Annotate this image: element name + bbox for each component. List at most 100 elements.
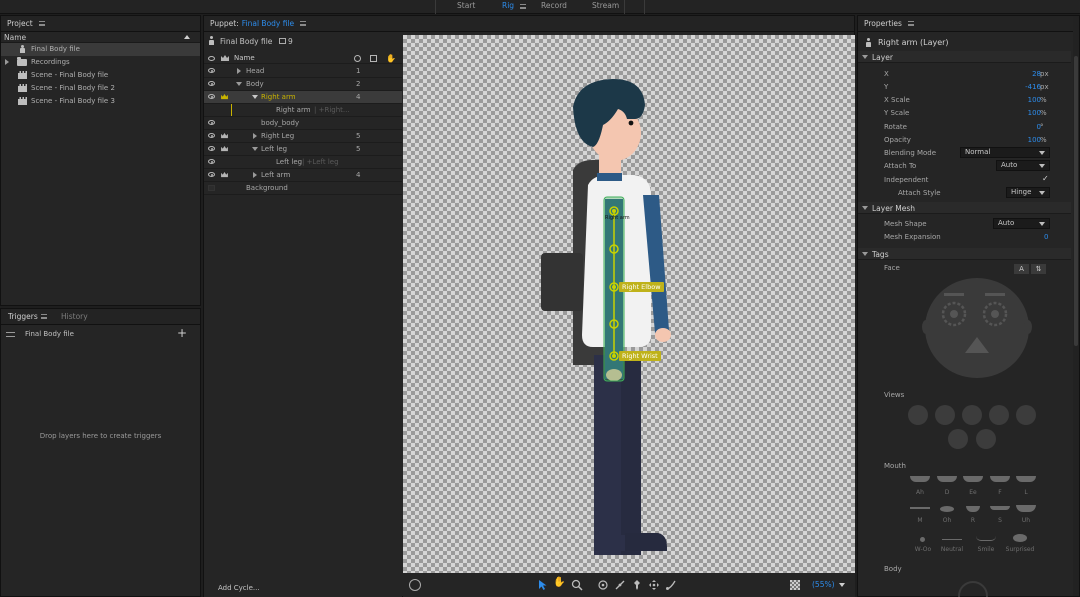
mesh-expansion-value[interactable]: 0: [1044, 233, 1048, 241]
sort-ascending-icon[interactable]: [184, 35, 190, 39]
expand-icon[interactable]: [237, 68, 241, 74]
tab-history[interactable]: History: [61, 312, 88, 321]
mouth-l-icon[interactable]: [1016, 476, 1036, 482]
handle-label-right-elbow[interactable]: Right Elbow: [619, 282, 664, 292]
hand-tool-icon[interactable]: ✋: [553, 577, 565, 589]
handle-label-right-arm[interactable]: Right arm: [605, 215, 630, 221]
dragger-tool-icon[interactable]: [648, 579, 660, 591]
puppet-menu-icon[interactable]: [300, 21, 307, 26]
zoom-dropdown-icon[interactable]: [839, 583, 845, 587]
layer-row-body[interactable]: Body 2: [204, 78, 402, 91]
zoom-level[interactable]: (55%): [812, 580, 835, 589]
visibility-icon[interactable]: [208, 133, 215, 138]
mouth-smile-icon[interactable]: [976, 536, 996, 541]
zoom-tool-icon[interactable]: [571, 579, 583, 591]
handle-dot[interactable]: [612, 285, 616, 289]
x-scale-value[interactable]: 100: [1028, 96, 1041, 104]
project-item-recordings[interactable]: Recordings: [1, 56, 200, 69]
visibility-icon[interactable]: [208, 159, 215, 164]
layer-row-background[interactable]: Background: [204, 182, 402, 195]
layer-row-left-leg-child[interactable]: Left leg | +Left leg: [204, 156, 402, 169]
project-menu-icon[interactable]: [38, 21, 45, 26]
attach-to-dropdown[interactable]: Auto: [996, 160, 1050, 171]
mouth-r-icon[interactable]: [966, 506, 980, 512]
view-left-profile-icon[interactable]: [962, 405, 982, 425]
puppet-title-link[interactable]: Final Body file: [242, 19, 294, 28]
face-tag-button[interactable]: A: [1014, 264, 1029, 274]
project-item-scene-2[interactable]: Scene - Final Body file 2: [1, 81, 200, 94]
visibility-icon[interactable]: [208, 68, 215, 73]
y-value[interactable]: -416: [1025, 83, 1041, 91]
crown-icon[interactable]: [221, 94, 228, 100]
handle-label-right-wrist[interactable]: Right Wrist: [619, 351, 661, 361]
project-column-header[interactable]: Name: [1, 32, 200, 43]
scrollbar-thumb[interactable]: [1074, 56, 1078, 346]
layer-name-column[interactable]: Name: [234, 54, 255, 62]
mouth-ah-icon[interactable]: [910, 476, 930, 482]
origin-tool-icon[interactable]: [597, 579, 609, 591]
expand-icon[interactable]: [5, 59, 9, 66]
face-tag-diagram[interactable]: [920, 275, 1034, 381]
attach-style-dropdown[interactable]: Hinge: [1006, 187, 1050, 198]
visibility-icon[interactable]: [208, 172, 215, 177]
rig-menu-icon[interactable]: [520, 4, 526, 9]
project-item-scene-1[interactable]: Scene - Final Body file: [1, 69, 200, 82]
view-frontal-icon[interactable]: [908, 405, 928, 425]
crown-icon[interactable]: [221, 172, 228, 178]
bone-tool-icon[interactable]: [665, 579, 677, 591]
mouth-oh-icon[interactable]: [940, 506, 954, 512]
mouth-f-icon[interactable]: [990, 476, 1010, 482]
calendar-column-icon[interactable]: [370, 55, 377, 62]
view-quarter-right-icon[interactable]: [1016, 405, 1036, 425]
mesh-shape-dropdown[interactable]: Auto: [993, 218, 1050, 229]
collapse-icon[interactable]: [236, 82, 242, 86]
expand-icon[interactable]: [253, 133, 257, 139]
properties-scrollbar[interactable]: [1073, 16, 1079, 596]
visibility-icon[interactable]: [208, 94, 215, 99]
handle-dot[interactable]: [612, 354, 616, 358]
collapse-icon[interactable]: [252, 147, 258, 151]
properties-menu-icon[interactable]: [907, 21, 914, 26]
pin-tool-icon[interactable]: [631, 579, 643, 591]
triggers-menu-icon[interactable]: [41, 314, 47, 319]
layer-row-right-arm-child[interactable]: Right arm | +Right...: [204, 104, 402, 117]
blending-mode-dropdown[interactable]: Normal: [960, 147, 1050, 158]
layer-row-right-leg[interactable]: Right Leg 5: [204, 130, 402, 143]
visibility-off-icon[interactable]: [208, 185, 215, 191]
mouth-surprised-icon[interactable]: [1013, 534, 1027, 542]
mouth-s-icon[interactable]: [990, 506, 1010, 510]
tab-start[interactable]: Start: [457, 1, 475, 10]
view-upper-icon[interactable]: [948, 429, 968, 449]
expand-icon[interactable]: [253, 172, 257, 178]
layer-row-body-body[interactable]: body_body: [204, 117, 402, 130]
project-item-final-body-file[interactable]: Final Body file: [1, 43, 200, 56]
independent-checkbox[interactable]: ✓: [1042, 174, 1049, 183]
hand-column-icon[interactable]: ✋: [386, 54, 396, 63]
face-sort-button[interactable]: ⇅: [1031, 264, 1046, 274]
record-column-icon[interactable]: [354, 55, 361, 62]
visibility-icon[interactable]: [208, 146, 215, 151]
crown-icon[interactable]: [221, 133, 228, 139]
view-lower-icon[interactable]: [976, 429, 996, 449]
transparency-grid-icon[interactable]: [790, 580, 800, 590]
visibility-column-icon[interactable]: [208, 56, 215, 61]
view-quarter-left-icon[interactable]: [935, 405, 955, 425]
layer-row-left-arm[interactable]: Left arm 4: [204, 169, 402, 182]
mouth-w-oo-icon[interactable]: [920, 537, 925, 542]
crown-column-icon[interactable]: [221, 55, 229, 62]
crown-icon[interactable]: [221, 146, 228, 152]
project-item-scene-3[interactable]: Scene - Final Body file 3: [1, 94, 200, 107]
add-cycle-button[interactable]: Add Cycle...: [218, 584, 260, 592]
layer-row-right-arm[interactable]: Right arm 4: [204, 91, 402, 104]
mouth-m-icon[interactable]: [910, 507, 930, 509]
layer-row-left-leg[interactable]: Left leg 5: [204, 143, 402, 156]
triggers-puppet-row[interactable]: Final Body file +: [1, 326, 200, 343]
layer-row-head[interactable]: Head 1: [204, 65, 402, 78]
stick-tool-icon[interactable]: [614, 579, 626, 591]
collapse-icon[interactable]: [252, 95, 258, 99]
handle-dot[interactable]: [612, 209, 616, 213]
tab-triggers[interactable]: Triggers: [8, 312, 38, 321]
fit-view-icon[interactable]: [409, 579, 421, 591]
section-tags[interactable]: Tags: [858, 248, 1071, 260]
visibility-icon[interactable]: [208, 120, 215, 125]
